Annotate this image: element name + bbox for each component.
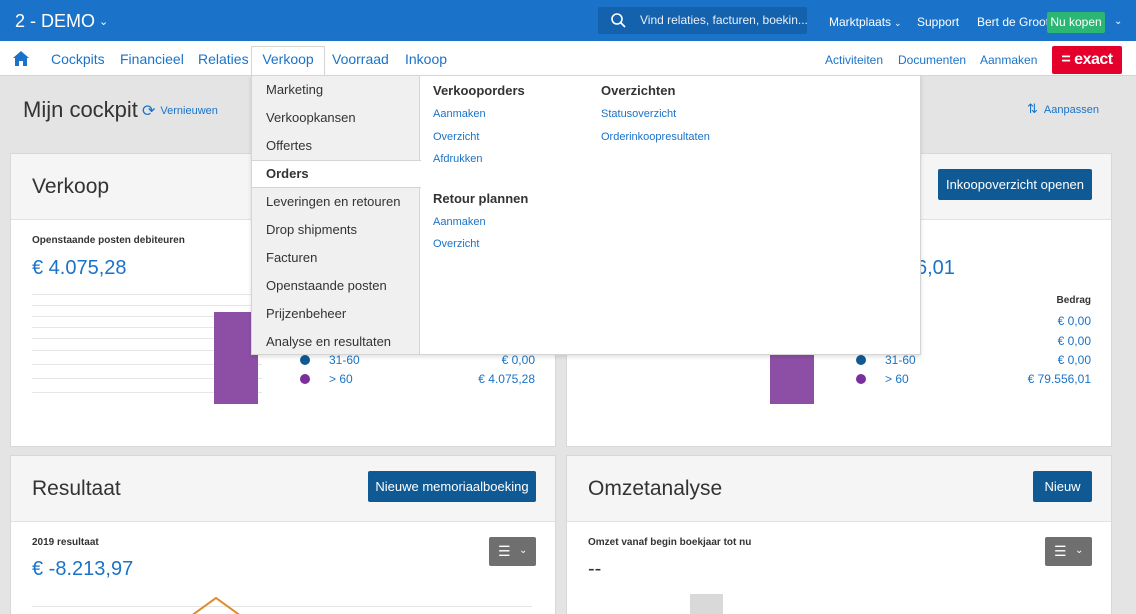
total-amount: 6,01: [916, 257, 955, 279]
section-title-verkooporders: Verkooporders: [433, 83, 525, 98]
card-subtitle: Openstaande posten debiteuren: [32, 235, 185, 246]
section-title-overzichten: Overzichten: [601, 83, 676, 98]
link-order-afdrukken[interactable]: Afdrukken: [433, 153, 483, 165]
nav-activiteiten[interactable]: Activiteiten: [825, 53, 883, 67]
legend-label: 31-60: [329, 353, 360, 367]
menu-item-analyse[interactable]: Analyse en resultaten: [266, 334, 391, 349]
nav-voorraad[interactable]: Voorraad: [332, 51, 389, 67]
page-title: Mijn cockpit: [23, 97, 138, 122]
home-icon[interactable]: [12, 50, 30, 67]
menu-icon: ☰: [1054, 543, 1067, 559]
legend-label: > 60: [885, 372, 909, 386]
sort-icon: ⇅: [1027, 101, 1038, 116]
support-link[interactable]: Support: [917, 15, 959, 29]
nav-aanmaken[interactable]: Aanmaken: [980, 53, 1037, 67]
total-amount: € -8.213,97: [32, 558, 134, 580]
nav-relaties[interactable]: Relaties: [198, 51, 249, 67]
nav-inkoop[interactable]: Inkoop: [405, 51, 447, 67]
card-subtitle: 2019 resultaat: [32, 537, 99, 548]
new-memorial-entry-button[interactable]: Nieuwe memoriaalboeking: [368, 471, 536, 502]
legend-label: 31-60: [885, 353, 916, 367]
nav-financieel[interactable]: Financieel: [120, 51, 184, 67]
chevron-down-icon: ⌄: [99, 16, 109, 28]
section-title-retour: Retour plannen: [433, 191, 529, 206]
menu-item-drop-shipments[interactable]: Drop shipments: [266, 222, 357, 237]
company-switcher[interactable]: 2 - DEMO ⌄: [15, 11, 108, 32]
search-icon: [611, 13, 626, 28]
legend-label: > 60: [329, 372, 353, 386]
marketplace-menu[interactable]: Marktplaats ⌄: [829, 15, 902, 29]
card-title: Resultaat: [32, 477, 121, 500]
refresh-button[interactable]: ⟳ Vernieuwen: [142, 101, 218, 121]
amount-cell: € 0,00: [1057, 334, 1091, 348]
link-retour-aanmaken[interactable]: Aanmaken: [433, 216, 486, 228]
menu-item-offertes[interactable]: Offertes: [266, 138, 312, 153]
chevron-down-icon: ⌄: [894, 18, 902, 28]
chart-menu-button[interactable]: ☰ ⌄: [489, 537, 536, 566]
menu-item-marketing[interactable]: Marketing: [266, 82, 323, 97]
exact-logo[interactable]: = exact: [1052, 46, 1122, 74]
nav-cockpits[interactable]: Cockpits: [51, 51, 105, 67]
search-box[interactable]: Vind relaties, facturen, boekin...: [598, 7, 808, 34]
column-header: Bedrag: [1056, 295, 1091, 306]
total-amount: € 4.075,28: [32, 257, 127, 279]
card-omzetanalyse: Omzetanalyse Nieuw Omzet vanaf begin boe…: [566, 455, 1112, 614]
customize-button[interactable]: ⇅ Aanpassen: [1027, 101, 1099, 117]
card-subtitle: Omzet vanaf begin boekjaar tot nu: [588, 537, 752, 548]
legend-dot: [300, 374, 310, 384]
legend-amount[interactable]: € 79.556,01: [1028, 372, 1091, 386]
menu-item-facturen[interactable]: Facturen: [266, 250, 317, 265]
search-placeholder: Vind relaties, facturen, boekin...: [640, 13, 808, 27]
nav-documenten[interactable]: Documenten: [898, 53, 966, 67]
chart-bar: [690, 594, 723, 614]
verkoop-dropdown: Marketing Verkoopkansen Offertes Orders …: [251, 75, 921, 355]
top-bar: 2 - DEMO ⌄ Vind relaties, facturen, boeki…: [0, 0, 1136, 41]
menu-item-orders[interactable]: Orders: [266, 166, 309, 181]
user-menu[interactable]: Bert de Groot: [977, 15, 1049, 29]
legend-dot: [300, 355, 310, 365]
chevron-down-icon[interactable]: ⌄: [1114, 16, 1122, 27]
chevron-down-icon: ⌄: [1075, 545, 1084, 556]
menu-item-prijzenbeheer[interactable]: Prijzenbeheer: [266, 306, 346, 321]
link-order-overzicht[interactable]: Overzicht: [433, 131, 479, 143]
menu-icon: ☰: [498, 543, 511, 559]
link-statusoverzicht[interactable]: Statusoverzicht: [601, 108, 676, 120]
refresh-icon: ⟳: [142, 103, 156, 120]
menu-item-verkoopkansen[interactable]: Verkoopkansen: [266, 110, 356, 125]
result-line-chart: [192, 596, 240, 614]
link-orderinkoopresultaten[interactable]: Orderinkoopresultaten: [601, 131, 710, 143]
chart-menu-button[interactable]: ☰ ⌄: [1045, 537, 1092, 566]
legend-amount: € 0,00: [1057, 353, 1091, 367]
legend-amount[interactable]: € 4.075,28: [478, 372, 535, 386]
nav-verkoop[interactable]: Verkoop: [251, 46, 325, 77]
legend-amount: € 0,00: [501, 353, 535, 367]
legend-dot: [856, 374, 866, 384]
menu-item-openstaande-posten[interactable]: Openstaande posten: [266, 278, 387, 293]
open-purchase-overview-button[interactable]: Inkoopoverzicht openen: [938, 169, 1092, 200]
menu-item-leveringen[interactable]: Leveringen en retouren: [266, 194, 400, 209]
card-title: Omzetanalyse: [588, 477, 723, 500]
buy-now-button[interactable]: Nu kopen: [1047, 12, 1105, 33]
chart-bar[interactable]: [770, 354, 814, 404]
link-retour-overzicht[interactable]: Overzicht: [433, 238, 479, 250]
amount-cell: € 0,00: [1057, 314, 1091, 328]
link-order-aanmaken[interactable]: Aanmaken: [433, 108, 486, 120]
company-name: 2 - DEMO: [15, 11, 96, 31]
total-amount: --: [588, 558, 602, 580]
chevron-down-icon: ⌄: [519, 545, 528, 556]
card-resultaat: Resultaat Nieuwe memoriaalboeking 2019 r…: [10, 455, 556, 614]
main-nav: Cockpits Financieel Relaties Verkoop Voo…: [0, 41, 1136, 77]
new-button[interactable]: Nieuw: [1033, 471, 1092, 502]
card-title: Verkoop: [32, 175, 110, 198]
legend-dot: [856, 355, 866, 365]
